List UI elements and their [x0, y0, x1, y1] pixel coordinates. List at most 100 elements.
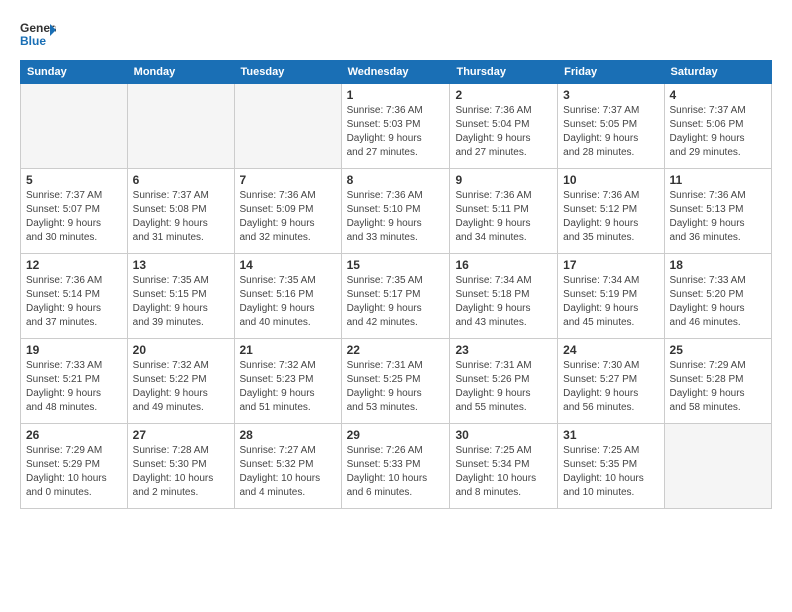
week-row-4: 19 Sunrise: 7:33 AMSunset: 5:21 PMDayligh… — [21, 339, 772, 424]
day-number: 21 — [240, 343, 336, 357]
day-number: 8 — [347, 173, 445, 187]
day-detail: Sunrise: 7:37 AMSunset: 5:05 PMDaylight:… — [563, 104, 658, 160]
day-number: 14 — [240, 258, 336, 272]
calendar-table: SundayMondayTuesdayWednesdayThursdayFrid… — [20, 60, 772, 509]
column-header-monday: Monday — [127, 61, 234, 84]
day-number: 4 — [670, 88, 766, 102]
day-detail: Sunrise: 7:27 AMSunset: 5:32 PMDaylight:… — [240, 444, 336, 500]
day-detail: Sunrise: 7:33 AMSunset: 5:20 PMDaylight:… — [670, 274, 766, 330]
column-header-sunday: Sunday — [21, 61, 128, 84]
day-detail: Sunrise: 7:36 AMSunset: 5:09 PMDaylight:… — [240, 189, 336, 245]
logo: General Blue — [20, 16, 56, 52]
calendar-cell: 6 Sunrise: 7:37 AMSunset: 5:08 PMDaylight… — [127, 169, 234, 254]
calendar-cell — [127, 84, 234, 169]
calendar-cell: 31Sunrise: 7:25 AMSunset: 5:35 PMDayligh… — [558, 424, 664, 509]
day-number: 31 — [563, 428, 658, 442]
day-detail: Sunrise: 7:34 AMSunset: 5:18 PMDaylight:… — [455, 274, 552, 330]
calendar-cell: 25 Sunrise: 7:29 AMSunset: 5:28 PMDayligh… — [664, 339, 771, 424]
day-number: 29 — [347, 428, 445, 442]
calendar-cell: 16 Sunrise: 7:34 AMSunset: 5:18 PMDayligh… — [450, 254, 558, 339]
week-row-5: 26 Sunrise: 7:29 AMSunset: 5:29 PMDayligh… — [21, 424, 772, 509]
calendar-cell: 9 Sunrise: 7:36 AMSunset: 5:11 PMDaylight… — [450, 169, 558, 254]
day-detail: Sunrise: 7:31 AMSunset: 5:25 PMDaylight:… — [347, 359, 445, 415]
day-detail: Sunrise: 7:31 AMSunset: 5:26 PMDaylight:… — [455, 359, 552, 415]
day-number: 17 — [563, 258, 658, 272]
day-number: 16 — [455, 258, 552, 272]
calendar-cell: 10 Sunrise: 7:36 AMSunset: 5:12 PMDayligh… — [558, 169, 664, 254]
svg-text:Blue: Blue — [20, 34, 46, 48]
day-detail: Sunrise: 7:36 AMSunset: 5:04 PMDaylight:… — [455, 104, 552, 160]
calendar-cell: 1 Sunrise: 7:36 AMSunset: 5:03 PMDaylight… — [341, 84, 450, 169]
column-header-wednesday: Wednesday — [341, 61, 450, 84]
day-number: 6 — [133, 173, 229, 187]
day-detail: Sunrise: 7:35 AMSunset: 5:16 PMDaylight:… — [240, 274, 336, 330]
calendar-cell — [234, 84, 341, 169]
calendar-cell: 7 Sunrise: 7:36 AMSunset: 5:09 PMDaylight… — [234, 169, 341, 254]
week-row-2: 5Sunrise: 7:37 AMSunset: 5:07 PMDaylight… — [21, 169, 772, 254]
day-number: 23 — [455, 343, 552, 357]
calendar-cell: 15Sunrise: 7:35 AMSunset: 5:17 PMDayligh… — [341, 254, 450, 339]
calendar-cell: 8Sunrise: 7:36 AMSunset: 5:10 PMDaylight… — [341, 169, 450, 254]
day-number: 1 — [347, 88, 445, 102]
calendar-cell: 18 Sunrise: 7:33 AMSunset: 5:20 PMDayligh… — [664, 254, 771, 339]
calendar-cell — [21, 84, 128, 169]
calendar-header-row: SundayMondayTuesdayWednesdayThursdayFrid… — [21, 61, 772, 84]
calendar-cell: 27 Sunrise: 7:28 AMSunset: 5:30 PMDayligh… — [127, 424, 234, 509]
calendar-cell: 20 Sunrise: 7:32 AMSunset: 5:22 PMDayligh… — [127, 339, 234, 424]
day-detail: Sunrise: 7:29 AMSunset: 5:29 PMDaylight:… — [26, 444, 122, 500]
calendar-cell: 3 Sunrise: 7:37 AMSunset: 5:05 PMDaylight… — [558, 84, 664, 169]
calendar-cell: 12Sunrise: 7:36 AMSunset: 5:14 PMDayligh… — [21, 254, 128, 339]
day-detail: Sunrise: 7:36 AMSunset: 5:11 PMDaylight:… — [455, 189, 552, 245]
day-number: 7 — [240, 173, 336, 187]
page-header: General Blue — [20, 16, 772, 52]
calendar-cell: 11Sunrise: 7:36 AMSunset: 5:13 PMDayligh… — [664, 169, 771, 254]
calendar-cell — [664, 424, 771, 509]
day-number: 27 — [133, 428, 229, 442]
day-number: 13 — [133, 258, 229, 272]
column-header-thursday: Thursday — [450, 61, 558, 84]
calendar-cell: 4 Sunrise: 7:37 AMSunset: 5:06 PMDaylight… — [664, 84, 771, 169]
day-detail: Sunrise: 7:30 AMSunset: 5:27 PMDaylight:… — [563, 359, 658, 415]
day-detail: Sunrise: 7:34 AMSunset: 5:19 PMDaylight:… — [563, 274, 658, 330]
column-header-tuesday: Tuesday — [234, 61, 341, 84]
calendar-cell: 24 Sunrise: 7:30 AMSunset: 5:27 PMDayligh… — [558, 339, 664, 424]
day-detail: Sunrise: 7:35 AMSunset: 5:17 PMDaylight:… — [347, 274, 445, 330]
day-number: 20 — [133, 343, 229, 357]
logo-svg: General Blue — [20, 16, 56, 52]
day-number: 30 — [455, 428, 552, 442]
day-number: 25 — [670, 343, 766, 357]
calendar-cell: 19 Sunrise: 7:33 AMSunset: 5:21 PMDayligh… — [21, 339, 128, 424]
calendar-cell: 17 Sunrise: 7:34 AMSunset: 5:19 PMDayligh… — [558, 254, 664, 339]
day-detail: Sunrise: 7:36 AMSunset: 5:03 PMDaylight:… — [347, 104, 445, 160]
day-detail: Sunrise: 7:35 AMSunset: 5:15 PMDaylight:… — [133, 274, 229, 330]
day-detail: Sunrise: 7:25 AMSunset: 5:34 PMDaylight:… — [455, 444, 552, 500]
calendar-cell: 13 Sunrise: 7:35 AMSunset: 5:15 PMDayligh… — [127, 254, 234, 339]
calendar-cell: 5Sunrise: 7:37 AMSunset: 5:07 PMDaylight… — [21, 169, 128, 254]
calendar-cell: 2Sunrise: 7:36 AMSunset: 5:04 PMDaylight… — [450, 84, 558, 169]
day-detail: Sunrise: 7:36 AMSunset: 5:13 PMDaylight:… — [670, 189, 766, 245]
day-detail: Sunrise: 7:37 AMSunset: 5:06 PMDaylight:… — [670, 104, 766, 160]
day-detail: Sunrise: 7:29 AMSunset: 5:28 PMDaylight:… — [670, 359, 766, 415]
week-row-1: 1 Sunrise: 7:36 AMSunset: 5:03 PMDaylight… — [21, 84, 772, 169]
day-number: 26 — [26, 428, 122, 442]
calendar-cell: 28Sunrise: 7:27 AMSunset: 5:32 PMDayligh… — [234, 424, 341, 509]
day-number: 12 — [26, 258, 122, 272]
day-number: 10 — [563, 173, 658, 187]
day-detail: Sunrise: 7:37 AMSunset: 5:07 PMDaylight:… — [26, 189, 122, 245]
day-number: 9 — [455, 173, 552, 187]
calendar-cell: 29 Sunrise: 7:26 AMSunset: 5:33 PMDayligh… — [341, 424, 450, 509]
day-detail: Sunrise: 7:32 AMSunset: 5:23 PMDaylight:… — [240, 359, 336, 415]
day-detail: Sunrise: 7:26 AMSunset: 5:33 PMDaylight:… — [347, 444, 445, 500]
day-number: 3 — [563, 88, 658, 102]
day-detail: Sunrise: 7:32 AMSunset: 5:22 PMDaylight:… — [133, 359, 229, 415]
day-number: 19 — [26, 343, 122, 357]
day-number: 24 — [563, 343, 658, 357]
day-detail: Sunrise: 7:28 AMSunset: 5:30 PMDaylight:… — [133, 444, 229, 500]
column-header-friday: Friday — [558, 61, 664, 84]
day-detail: Sunrise: 7:36 AMSunset: 5:12 PMDaylight:… — [563, 189, 658, 245]
day-detail: Sunrise: 7:37 AMSunset: 5:08 PMDaylight:… — [133, 189, 229, 245]
calendar-cell: 23 Sunrise: 7:31 AMSunset: 5:26 PMDayligh… — [450, 339, 558, 424]
day-detail: Sunrise: 7:33 AMSunset: 5:21 PMDaylight:… — [26, 359, 122, 415]
day-number: 18 — [670, 258, 766, 272]
calendar-cell: 22Sunrise: 7:31 AMSunset: 5:25 PMDayligh… — [341, 339, 450, 424]
